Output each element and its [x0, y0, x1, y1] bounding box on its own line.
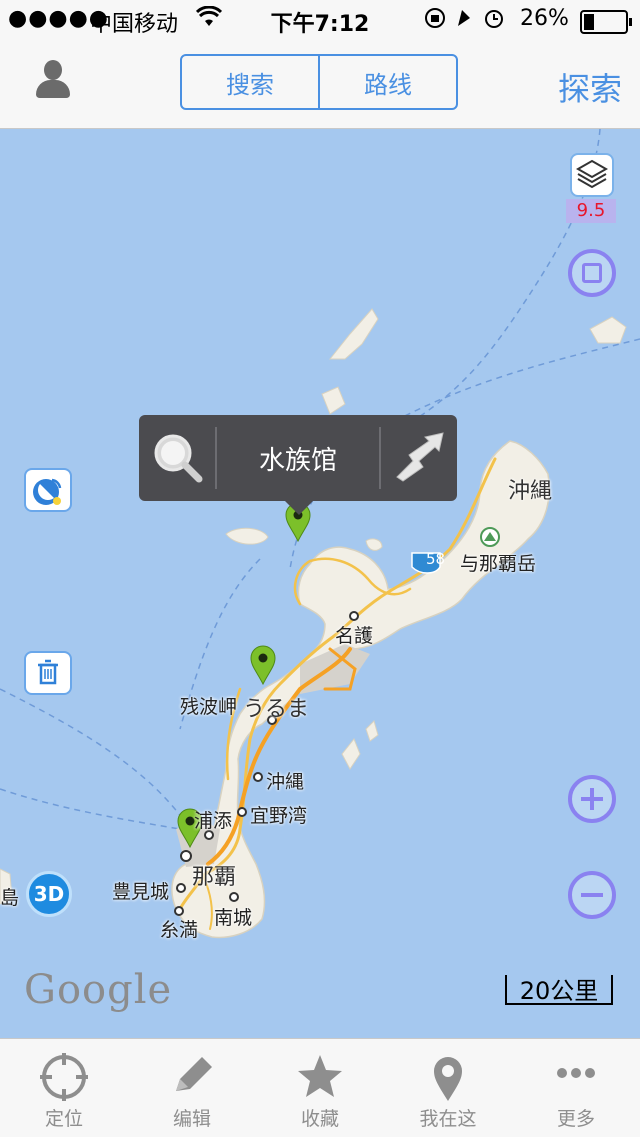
zoom-in-button[interactable]: [568, 775, 616, 823]
tab-bar: 定位 编辑 收藏 我在这 更多: [0, 1038, 640, 1137]
callout-title: 水族馆: [258, 445, 337, 476]
layers-button[interactable]: [570, 153, 614, 197]
map-label-edge-island: 島: [0, 887, 20, 909]
map-label-okinawa: 沖縄: [508, 479, 553, 504]
battery-icon: [580, 10, 632, 34]
map-view[interactable]: 58 沖縄 与那覇岳 名護 残波岬 うるま 沖縄 浦添 宜野湾 那覇 豊見城 糸…: [0, 129, 640, 1038]
minus-icon: [581, 893, 603, 897]
layers-icon: [575, 159, 609, 189]
select-area-button[interactable]: [568, 249, 616, 297]
tab-label: 我在这: [419, 1108, 477, 1130]
rotation-lock-icon: [425, 8, 445, 28]
route-arrow-icon: [396, 432, 444, 482]
tab-favorites[interactable]: 收藏: [256, 1039, 384, 1137]
map-label-ginowan: 宜野湾: [250, 805, 308, 827]
plus-icon: [581, 788, 603, 810]
person-icon[interactable]: [36, 60, 70, 100]
more-dots-icon: [557, 1068, 595, 1078]
tab-locate[interactable]: 定位: [0, 1039, 128, 1137]
location-arrow-icon: [458, 10, 470, 26]
trash-icon: [38, 659, 58, 685]
zoom-level-badge: 9.5: [566, 199, 616, 223]
delete-button[interactable]: [24, 651, 72, 695]
segment-route[interactable]: 路线: [318, 56, 456, 108]
status-icons: [424, 6, 514, 36]
square-icon: [582, 263, 602, 283]
map-label-itoman: 糸満: [160, 919, 199, 941]
map-label-uruma: うるま: [243, 697, 310, 722]
crosshair-icon: [40, 1053, 88, 1101]
tab-label: 更多: [556, 1108, 595, 1130]
map-label-nanjo: 南城: [214, 907, 253, 929]
navigation-bar: 搜索 路线 探索: [0, 40, 640, 129]
satellite-dish-icon: [33, 478, 62, 505]
tab-i-am-here[interactable]: 我在这: [384, 1039, 512, 1137]
alarm-icon: [485, 10, 503, 28]
callout-route-button[interactable]: [381, 415, 457, 501]
map-label-tomigusuku: 豊見城: [112, 881, 170, 903]
tab-label: 定位: [44, 1108, 83, 1130]
map-canvas: [0, 129, 640, 939]
three-d-button[interactable]: 3D: [26, 871, 72, 917]
callout-search-button[interactable]: [139, 415, 215, 501]
tab-label: 编辑: [172, 1108, 211, 1130]
battery-percent: 26%: [520, 6, 569, 31]
satellite-button[interactable]: [24, 468, 72, 512]
map-label-naha: 那覇: [192, 865, 237, 890]
google-attribution: Google: [24, 967, 173, 1013]
star-icon: [298, 1055, 342, 1097]
scale-label: 20公里: [519, 977, 599, 1005]
location-pin-icon: [434, 1057, 462, 1101]
pencil-icon: [176, 1057, 212, 1091]
place-callout: 水族馆: [139, 415, 457, 515]
map-label-yonaha: 与那覇岳: [460, 553, 537, 575]
map-label-nago: 名護: [335, 625, 374, 647]
tab-more[interactable]: 更多: [512, 1039, 640, 1137]
route-shield-label: 58: [426, 550, 446, 568]
mode-segmented-control: 搜索 路线: [180, 54, 458, 110]
zoom-out-button[interactable]: [568, 871, 616, 919]
status-bar: ●●●●● 中国移动 下午7:12 26%: [0, 0, 640, 40]
tab-edit[interactable]: 编辑: [128, 1039, 256, 1137]
magnifier-icon: [154, 434, 203, 483]
park-icon: [480, 527, 500, 547]
map-pin-icon[interactable]: [250, 645, 276, 686]
map-label-okinawa-city: 沖縄: [266, 771, 305, 793]
map-label-zanpa: 残波岬: [180, 696, 238, 718]
map-scale-bar: 20公里: [505, 975, 613, 1005]
map-label-urasoe: 浦添: [194, 810, 233, 832]
tab-label: 收藏: [300, 1108, 339, 1130]
segment-search[interactable]: 搜索: [182, 56, 318, 108]
explore-button[interactable]: 探索: [558, 64, 622, 110]
